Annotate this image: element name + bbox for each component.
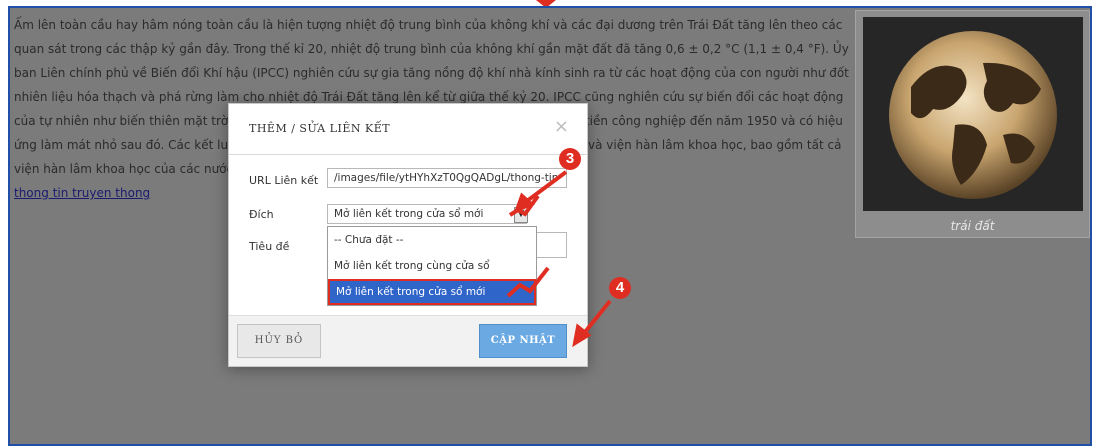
cancel-button[interactable]: HỦY BỎ: [237, 324, 321, 358]
update-button[interactable]: CẬP NHẬT: [479, 324, 567, 358]
option-not-set[interactable]: -- Chưa đặt --: [328, 227, 536, 253]
globe-image: [863, 17, 1083, 211]
target-dropdown: -- Chưa đặt -- Mở liên kết trong cùng cử…: [327, 226, 537, 306]
chevron-down-icon[interactable]: ▼: [514, 207, 528, 223]
step-badge-4: 4: [609, 277, 631, 299]
target-label: Đích: [249, 208, 274, 221]
url-label: URL Liên kết: [249, 174, 319, 187]
figure: trái đất: [855, 10, 1090, 238]
option-same-window[interactable]: Mở liên kết trong cùng cửa sổ: [328, 253, 536, 279]
dialog-title: THÊM / SỬA LIÊN KẾT: [249, 122, 391, 135]
link-dialog: THÊM / SỬA LIÊN KẾT × URL Liên kết /imag…: [228, 103, 588, 367]
target-select[interactable]: Mở liên kết trong cửa sổ mới: [327, 204, 527, 224]
dialog-header: THÊM / SỬA LIÊN KẾT ×: [229, 104, 587, 155]
dialog-footer: HỦY BỎ CẬP NHẬT: [229, 315, 587, 366]
title-label: Tiêu đề: [249, 240, 290, 253]
url-input[interactable]: /images/file/ytHYhXzT0QgQADgL/thong-tin: [327, 168, 567, 188]
close-icon[interactable]: ×: [554, 116, 569, 137]
option-new-window[interactable]: Mở liên kết trong cửa sổ mới: [328, 279, 536, 305]
figure-caption: trái đất: [950, 219, 995, 233]
step-badge-3: 3: [559, 148, 581, 170]
article-link[interactable]: thong tin truyen thong: [14, 186, 150, 200]
